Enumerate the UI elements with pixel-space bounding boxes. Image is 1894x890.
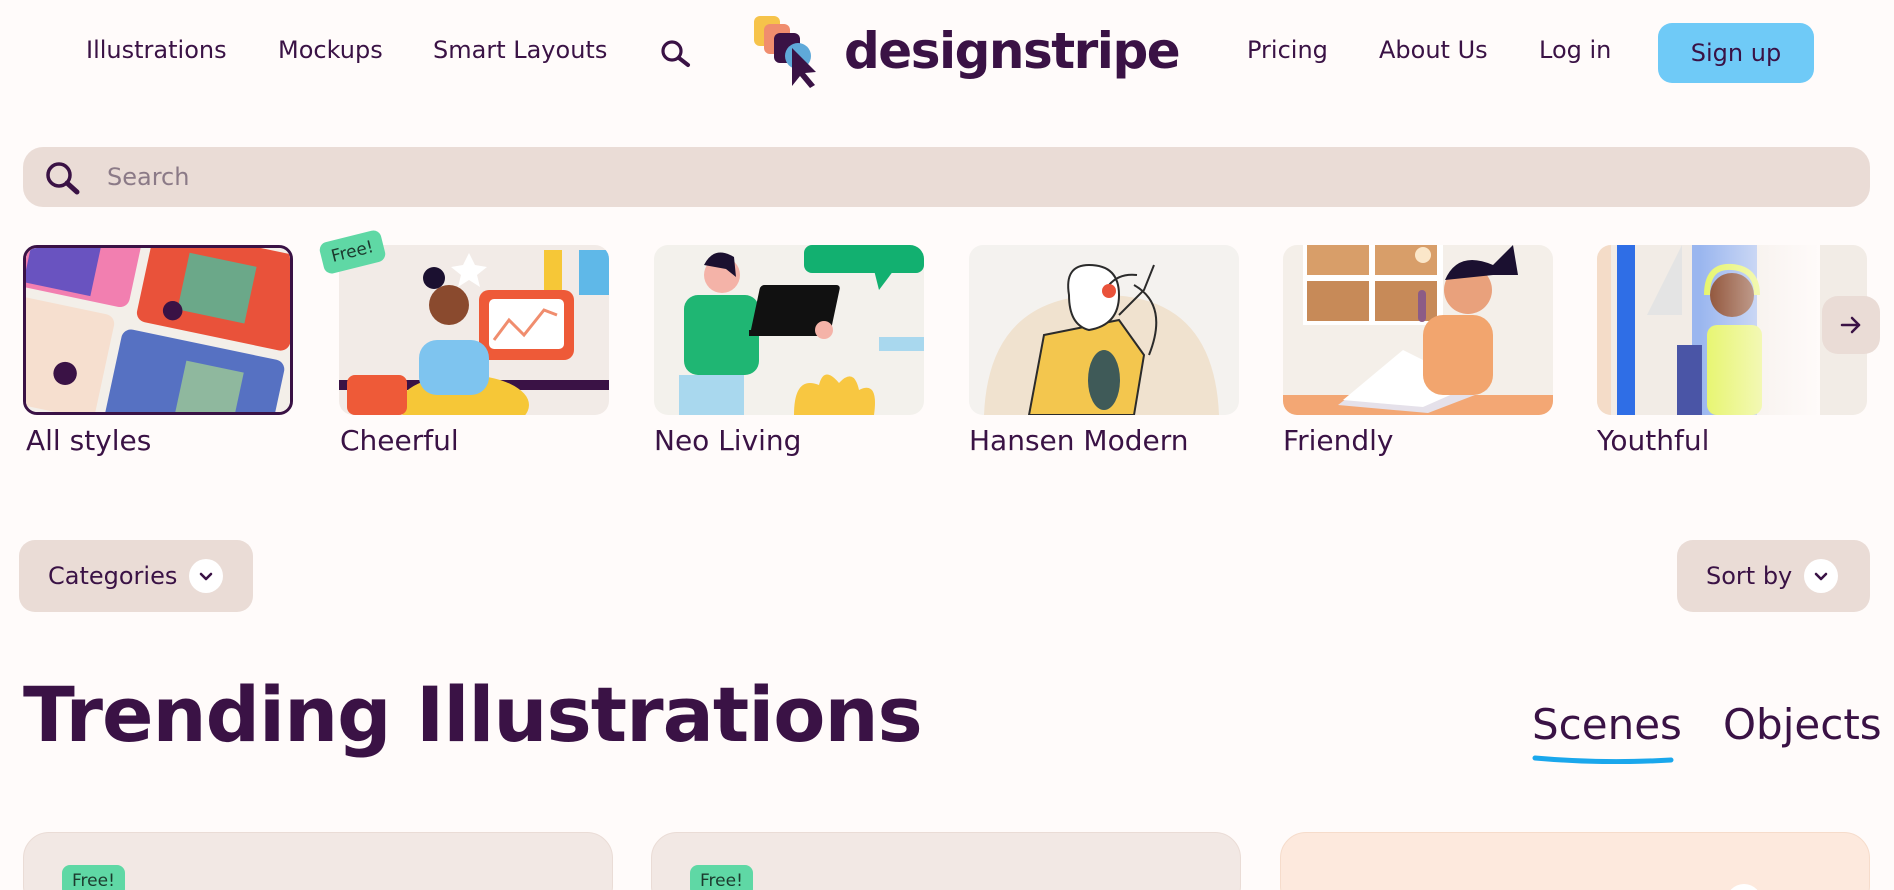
nav-link-smart-layouts[interactable]: Smart Layouts	[433, 36, 607, 64]
illustration-card[interactable]: Free!	[651, 832, 1241, 890]
nav-link-log-in[interactable]: Log in	[1539, 36, 1611, 64]
active-tab-underline	[1532, 755, 1674, 764]
categories-dropdown[interactable]: Categories	[19, 540, 253, 612]
tab-scenes[interactable]: Scenes	[1532, 700, 1682, 749]
hansen-modern-thumbnail	[969, 245, 1239, 415]
style-label-cheerful: Cheerful	[340, 424, 459, 457]
section-title: Trending Illustrations	[23, 670, 923, 759]
arrow-right-icon	[1840, 316, 1861, 334]
chevron-down-icon	[189, 559, 224, 593]
nav-link-pricing[interactable]: Pricing	[1247, 36, 1328, 64]
nav-link-about-us[interactable]: About Us	[1379, 36, 1488, 64]
search-input[interactable]	[107, 155, 1807, 199]
brand-logo[interactable]: designstripe	[752, 14, 1181, 92]
free-badge: Free!	[62, 865, 125, 890]
illustration-card[interactable]: Free!	[23, 832, 613, 890]
tab-objects[interactable]: Objects	[1723, 700, 1882, 749]
style-label-neo-living: Neo Living	[654, 424, 802, 457]
style-label-youthful: Youthful	[1597, 424, 1710, 457]
style-card-all-styles[interactable]	[23, 245, 293, 415]
free-badge: Free!	[690, 865, 753, 890]
all-styles-thumbnail	[26, 248, 290, 412]
signup-button[interactable]: Sign up	[1658, 23, 1814, 83]
categories-label: Categories	[48, 562, 178, 590]
cheerful-thumbnail	[339, 245, 609, 415]
illustration-card[interactable]	[1280, 832, 1870, 890]
search-icon[interactable]	[659, 38, 691, 70]
logo-icon	[754, 16, 816, 88]
style-label-friendly: Friendly	[1283, 424, 1394, 457]
sort-by-dropdown[interactable]: Sort by	[1677, 540, 1870, 612]
style-card-hansen-modern[interactable]	[969, 245, 1239, 415]
style-card-friendly[interactable]	[1283, 245, 1553, 415]
search-bar[interactable]	[23, 147, 1870, 207]
neo-living-thumbnail	[654, 245, 924, 415]
style-card-cheerful[interactable]	[339, 245, 609, 415]
card-illustration-fragment	[1730, 884, 1758, 890]
top-navigation: Illustrations Mockups Smart Layouts desi…	[0, 0, 1894, 106]
carousel-next-button[interactable]	[1822, 296, 1880, 354]
search-icon	[46, 162, 80, 195]
carousel-fade-overlay	[1700, 240, 1820, 460]
chevron-down-icon	[1804, 559, 1839, 593]
sort-by-label: Sort by	[1706, 562, 1793, 590]
brand-name: designstripe	[844, 22, 1181, 80]
friendly-thumbnail	[1283, 245, 1553, 415]
style-card-neo-living[interactable]	[654, 245, 924, 415]
style-label-all-styles: All styles	[26, 424, 152, 457]
nav-link-mockups[interactable]: Mockups	[278, 36, 383, 64]
nav-link-illustrations[interactable]: Illustrations	[86, 36, 227, 64]
style-label-hansen-modern: Hansen Modern	[969, 424, 1189, 457]
